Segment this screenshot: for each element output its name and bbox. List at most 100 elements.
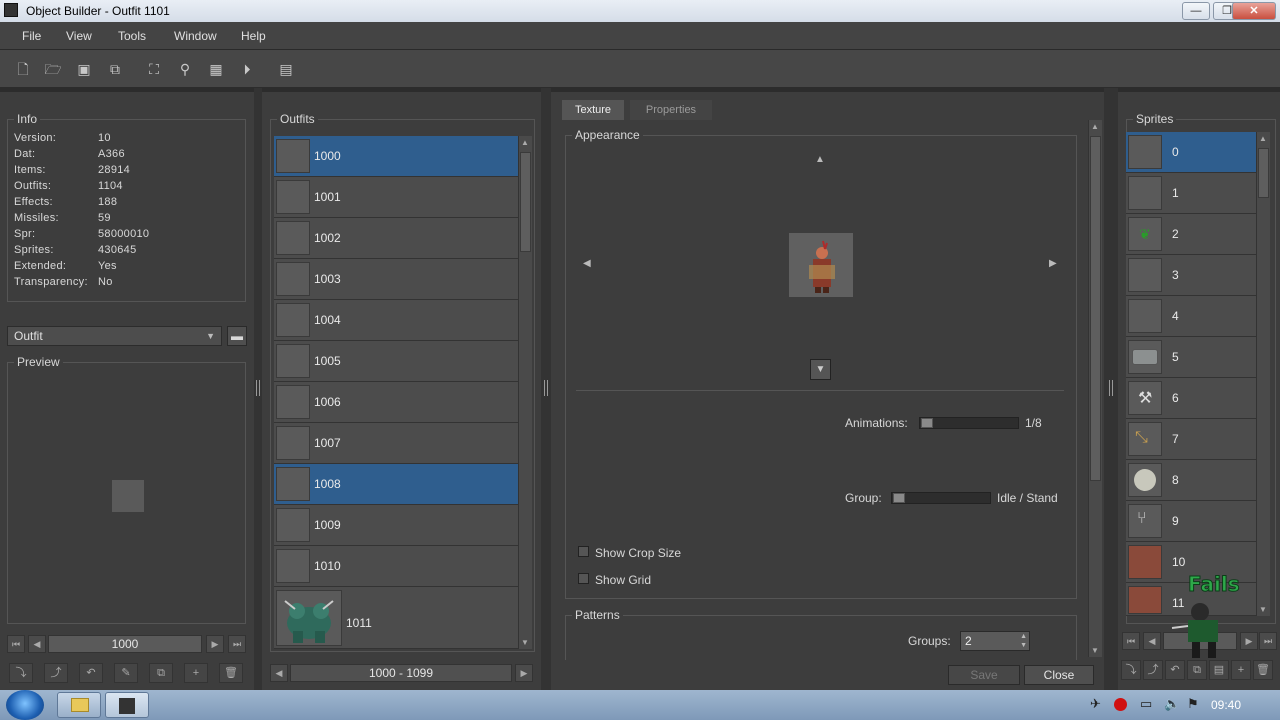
outfits-scrollbar[interactable]: ▲ ▼: [518, 136, 532, 649]
list-item[interactable]: 1010: [274, 546, 518, 587]
next-icon[interactable]: ▶: [206, 635, 224, 653]
sprite-item[interactable]: 4: [1126, 296, 1256, 337]
list-item[interactable]: 1003: [274, 259, 518, 300]
new-object-icon[interactable]: +: [184, 663, 208, 683]
group-slider[interactable]: [891, 492, 991, 504]
list-view-icon[interactable]: ▬: [227, 326, 247, 346]
splitter[interactable]: [1104, 88, 1118, 690]
direction-up-icon[interactable]: ▲: [815, 154, 825, 165]
list-item[interactable]: 1009: [274, 505, 518, 546]
minimize-button[interactable]: —: [1182, 2, 1210, 20]
slider-knob[interactable]: [921, 418, 933, 428]
undo-icon[interactable]: ↶: [1165, 660, 1185, 680]
close-button[interactable]: Close: [1024, 665, 1094, 685]
sprite-item[interactable]: ⚒ 6: [1126, 378, 1256, 419]
search-icon[interactable]: ⚲: [176, 60, 194, 78]
export-sprite-icon[interactable]: ⤴: [1143, 660, 1163, 680]
sprite-item[interactable]: ⑂ 9: [1126, 501, 1256, 542]
direction-left-icon[interactable]: ◀: [583, 258, 591, 269]
splitter[interactable]: [541, 88, 551, 690]
list-item[interactable]: 1007: [274, 423, 518, 464]
animations-slider[interactable]: [919, 417, 1019, 429]
list-item[interactable]: 1000: [274, 136, 518, 177]
tab-properties[interactable]: Properties: [630, 100, 712, 120]
prev-icon[interactable]: ◀: [28, 635, 46, 653]
new-file-icon[interactable]: 🗋: [14, 60, 32, 78]
clock[interactable]: 09:40: [1211, 698, 1241, 712]
menu-view[interactable]: View: [66, 29, 92, 43]
record-tray-icon[interactable]: [1114, 698, 1127, 711]
start-button[interactable]: [6, 690, 44, 720]
binoculars-icon[interactable]: ⛶: [145, 60, 163, 78]
object-id-field[interactable]: 1000: [48, 635, 202, 653]
first-page-icon[interactable]: ⏮: [1122, 632, 1140, 650]
scroll-thumb[interactable]: [1258, 148, 1269, 198]
scroll-down-icon[interactable]: ▼: [1091, 646, 1099, 655]
show-crop-size-checkbox[interactable]: [578, 546, 589, 557]
duplicate-icon[interactable]: ⧉: [149, 663, 173, 683]
list-item[interactable]: 1006: [274, 382, 518, 423]
sprite-item[interactable]: 5: [1126, 337, 1256, 378]
scroll-thumb[interactable]: [1090, 136, 1101, 481]
volume-tray-icon[interactable]: 🔈: [1164, 696, 1180, 712]
delete-icon[interactable]: 🗑: [1253, 660, 1273, 680]
sprites-scrollbar[interactable]: ▲ ▼: [1256, 132, 1270, 616]
list-item[interactable]: 1004: [274, 300, 518, 341]
monitor-tray-icon[interactable]: ▭: [1140, 696, 1152, 712]
stepper-arrows-icon[interactable]: ▲ ▼: [1020, 632, 1027, 650]
menu-file[interactable]: File: [22, 29, 41, 43]
direction-right-icon[interactable]: ▶: [1049, 258, 1057, 269]
list-item[interactable]: 1008: [274, 464, 518, 505]
new-sprite-icon[interactable]: +: [1231, 660, 1251, 680]
sprite-item[interactable]: 8: [1126, 460, 1256, 501]
prev-icon[interactable]: ◀: [1143, 632, 1161, 650]
first-page-icon[interactable]: ⏮: [7, 635, 25, 653]
scroll-down-icon[interactable]: ▼: [521, 638, 529, 647]
tab-texture[interactable]: Texture: [562, 100, 624, 120]
save-as-icon[interactable]: ⧉: [106, 60, 124, 78]
last-page-icon[interactable]: ⏭: [1259, 632, 1277, 650]
grid-icon[interactable]: ▦: [207, 60, 225, 78]
play-icon[interactable]: ⏵: [238, 60, 256, 78]
paste-icon[interactable]: ▤: [1209, 660, 1229, 680]
export-icon[interactable]: ⤴: [44, 663, 68, 683]
prev-page-icon[interactable]: ◀: [270, 664, 288, 682]
list-item[interactable]: 1002: [274, 218, 518, 259]
log-icon[interactable]: ▤: [277, 60, 295, 78]
sprite-item[interactable]: ⤡ 7: [1126, 419, 1256, 460]
menu-tools[interactable]: Tools: [118, 29, 146, 43]
scroll-up-icon[interactable]: ▲: [1259, 134, 1267, 143]
open-folder-icon[interactable]: 🗁: [44, 60, 62, 78]
save-button[interactable]: Save: [948, 665, 1020, 685]
list-item[interactable]: 1001: [274, 177, 518, 218]
sprite-item[interactable]: 1: [1126, 173, 1256, 214]
last-page-icon[interactable]: ⏭: [228, 635, 246, 653]
scroll-down-icon[interactable]: ▼: [1259, 605, 1267, 614]
scroll-up-icon[interactable]: ▲: [1091, 122, 1099, 131]
show-grid-checkbox[interactable]: [578, 573, 589, 584]
slider-knob[interactable]: [893, 493, 905, 503]
copy-icon[interactable]: ⧉: [1187, 660, 1207, 680]
objectbuilder-task[interactable]: [105, 692, 149, 718]
menu-help[interactable]: Help: [241, 29, 266, 43]
explorer-task[interactable]: [57, 692, 101, 718]
list-item[interactable]: 1005: [274, 341, 518, 382]
scroll-up-icon[interactable]: ▲: [521, 138, 529, 147]
menu-window[interactable]: Window: [174, 29, 217, 43]
delete-icon[interactable]: 🗑: [219, 663, 243, 683]
import-sprite-icon[interactable]: ⤵: [1121, 660, 1141, 680]
sprite-item[interactable]: 3: [1126, 255, 1256, 296]
network-tray-icon[interactable]: ✈: [1090, 696, 1101, 712]
close-window-button[interactable]: ✕: [1232, 2, 1276, 20]
direction-down-icon[interactable]: ▼: [810, 359, 831, 380]
groups-stepper[interactable]: 2 ▲ ▼: [960, 631, 1030, 651]
sprite-item[interactable]: 0: [1126, 132, 1256, 173]
undo-icon[interactable]: ↶: [79, 663, 103, 683]
editor-scrollbar[interactable]: ▲ ▼: [1088, 120, 1102, 657]
next-page-icon[interactable]: ▶: [515, 664, 533, 682]
splitter[interactable]: [254, 88, 262, 690]
edit-icon[interactable]: ✎: [114, 663, 138, 683]
import-icon[interactable]: ⤵: [9, 663, 33, 683]
scroll-thumb[interactable]: [520, 152, 531, 252]
category-select[interactable]: Outfit ▼: [7, 326, 222, 346]
